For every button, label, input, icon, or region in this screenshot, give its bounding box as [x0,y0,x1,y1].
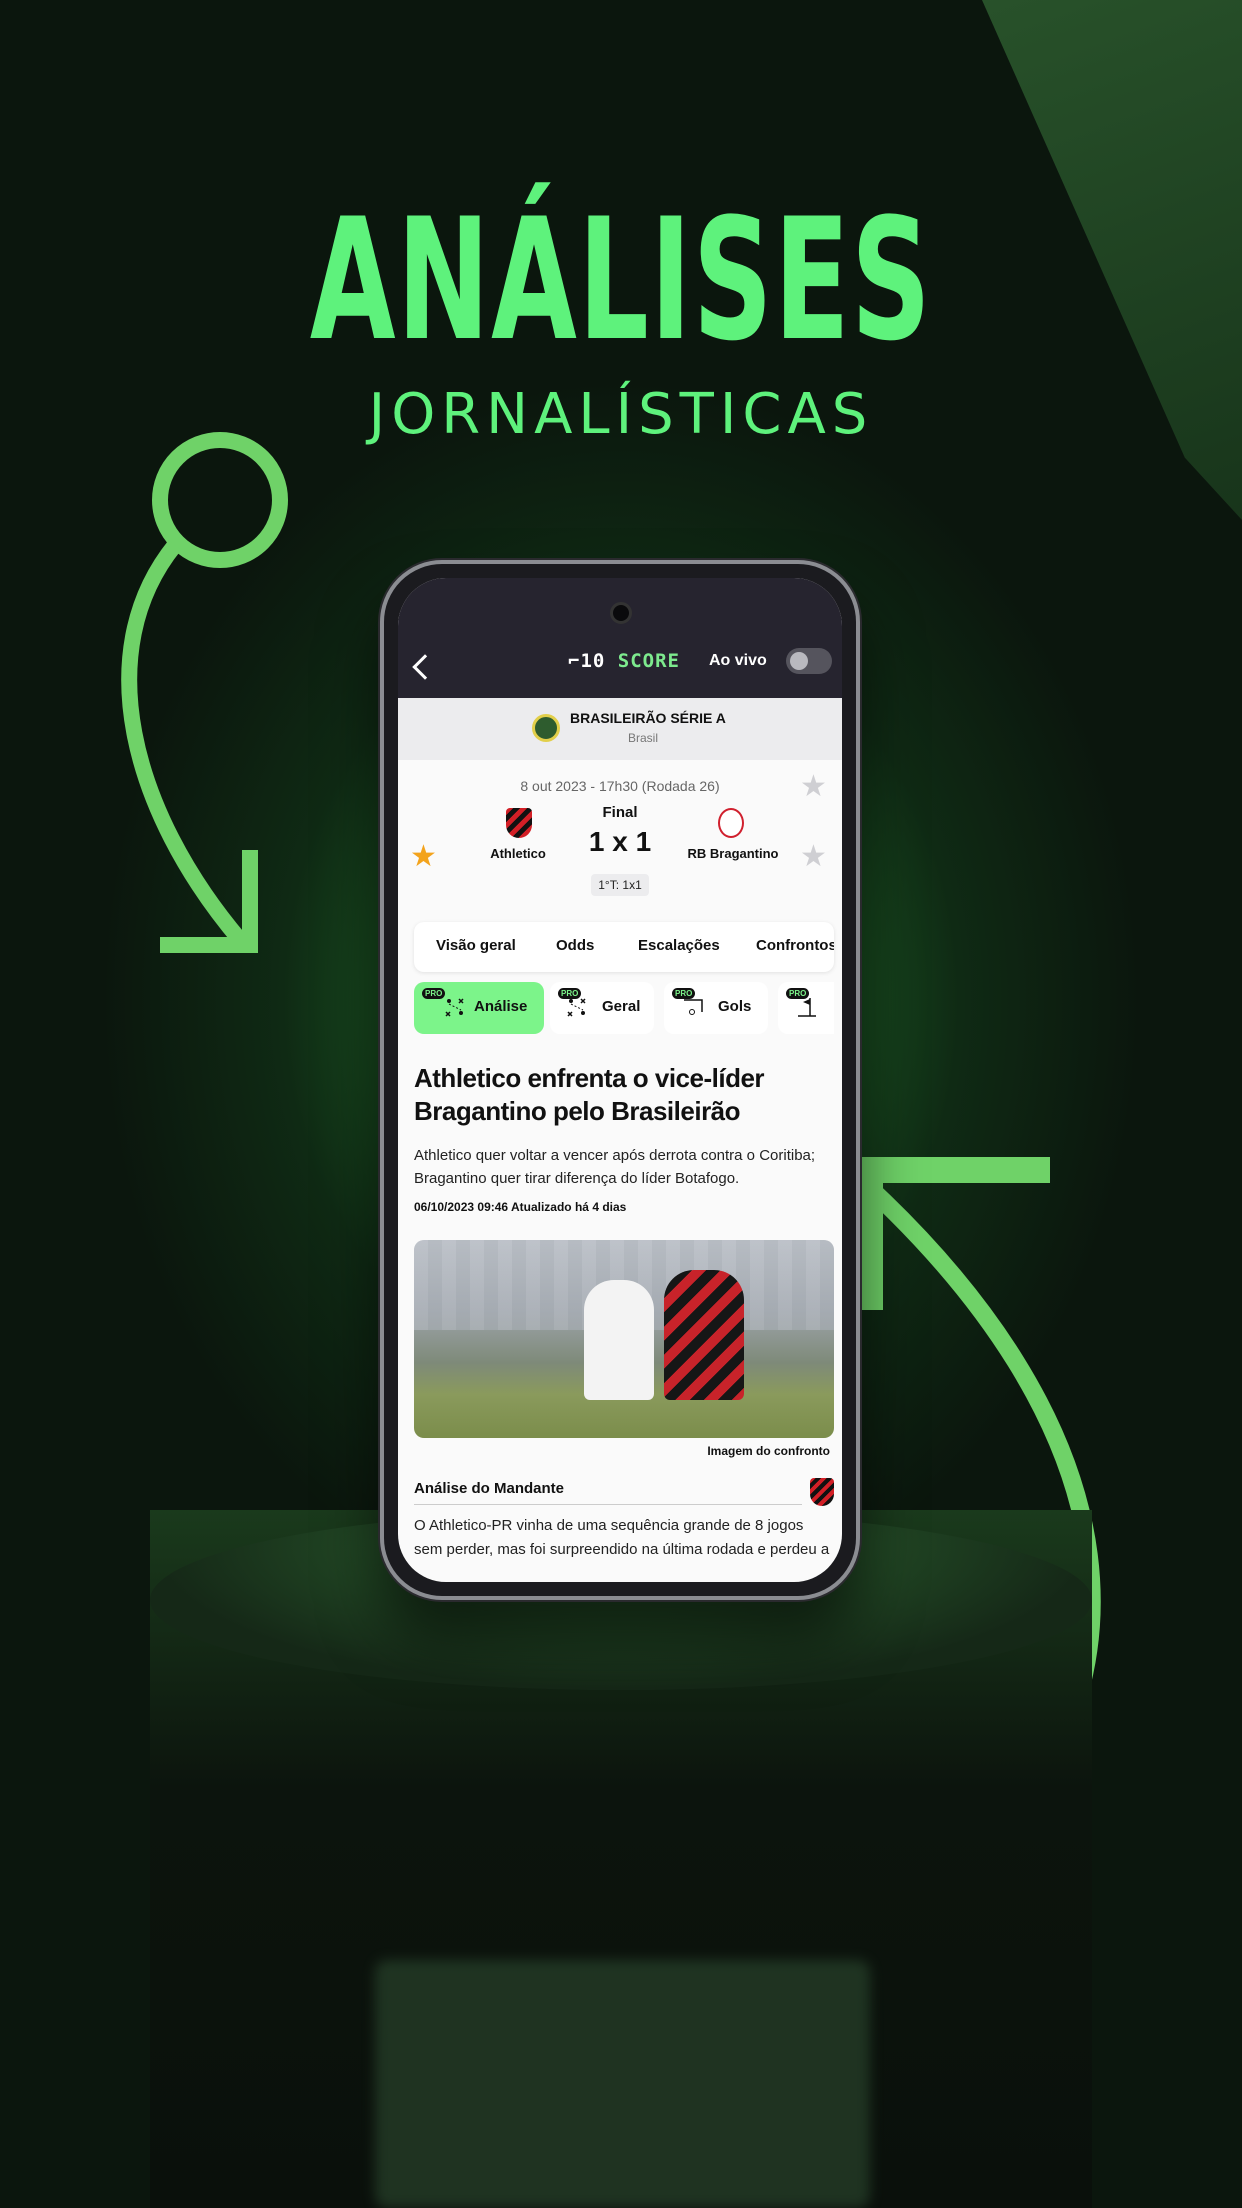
live-label: Ao vivo [709,652,767,669]
corner-flag-icon [798,998,816,1017]
phone-screen: ⌐10 SCORE Ao vivo BRASILEIRÃO SÉRIE A Br… [398,578,842,1582]
section-team-crest [810,1478,834,1506]
app-logo: ⌐10 SCORE [568,650,680,672]
app-bar: ⌐10 SCORE Ao vivo [398,578,842,698]
subtab-goals[interactable]: PRO Gols [664,982,768,1034]
tactics-icon [567,998,586,1017]
league-country: Brasil [628,731,659,745]
blurred-card [375,1960,870,2208]
subtab-corners[interactable]: PRO [778,982,834,1034]
goal-icon [684,999,703,1015]
logo-suffix: SCORE [617,650,680,672]
match-favorite-star-icon[interactable]: ★ [800,772,827,802]
subtab-general-label: Geral [602,998,641,1015]
league-name: BRASILEIRÃO SÉRIE A [570,710,726,726]
section-divider [414,1504,802,1505]
article-lead: Athletico quer voltar a vencer após derr… [414,1147,816,1187]
hero-title: ANÁLISES [309,182,933,378]
match-date: 8 out 2023 - 17h30 (Rodada 26) [520,778,720,794]
league-logo [532,714,560,742]
live-toggle[interactable] [786,648,832,674]
tab-head-to-head[interactable]: Confrontos [756,937,834,954]
halftime-score: 1°T: 1x1 [591,874,649,896]
subtab-general[interactable]: PRO Geral [550,982,654,1034]
away-team-crest [718,808,744,838]
league-header[interactable]: BRASILEIRÃO SÉRIE A Brasil [398,698,842,760]
tab-odds[interactable]: Odds [556,937,594,954]
analysis-subtabs: PRO Análise PRO Geral PRO Gols PRO [414,982,834,1034]
subtab-analysis-label: Análise [474,998,528,1015]
away-favorite-star-icon[interactable]: ★ [800,842,827,872]
photo-caption: Imagem do confronto [707,1444,830,1458]
article-title: Athletico enfrenta o vice-líder Braganti… [414,1063,765,1126]
pro-badge: PRO [422,988,446,999]
tab-lineups[interactable]: Escalações [638,937,720,954]
player-white-kit [584,1280,654,1400]
match-tabs: Visão geral Odds Escalações Confrontos [414,922,834,972]
tactics-icon [445,998,464,1017]
subtab-goals-label: Gols [718,998,752,1015]
article-meta: 06/10/2023 09:46 Atualizado há 4 dias [414,1200,627,1214]
match-photo [414,1240,834,1438]
back-arrow-icon[interactable] [412,654,438,680]
tab-overview[interactable]: Visão geral [436,937,516,954]
decorative-arrow-left-icon [121,432,288,953]
match-status: Final [602,804,638,821]
away-team-name: RB Bragantino [687,846,779,861]
section-title: Análise do Mandante [414,1480,565,1497]
subtab-analysis[interactable]: PRO Análise [414,982,544,1034]
phone-mockup: ⌐10 SCORE Ao vivo BRASILEIRÃO SÉRIE A Br… [380,560,860,1600]
logo-prefix: ⌐10 [568,650,606,672]
player-striped-kit [664,1270,744,1400]
section-body: O Athletico-PR vinha de uma sequência gr… [414,1517,830,1558]
camera-icon [610,602,632,624]
